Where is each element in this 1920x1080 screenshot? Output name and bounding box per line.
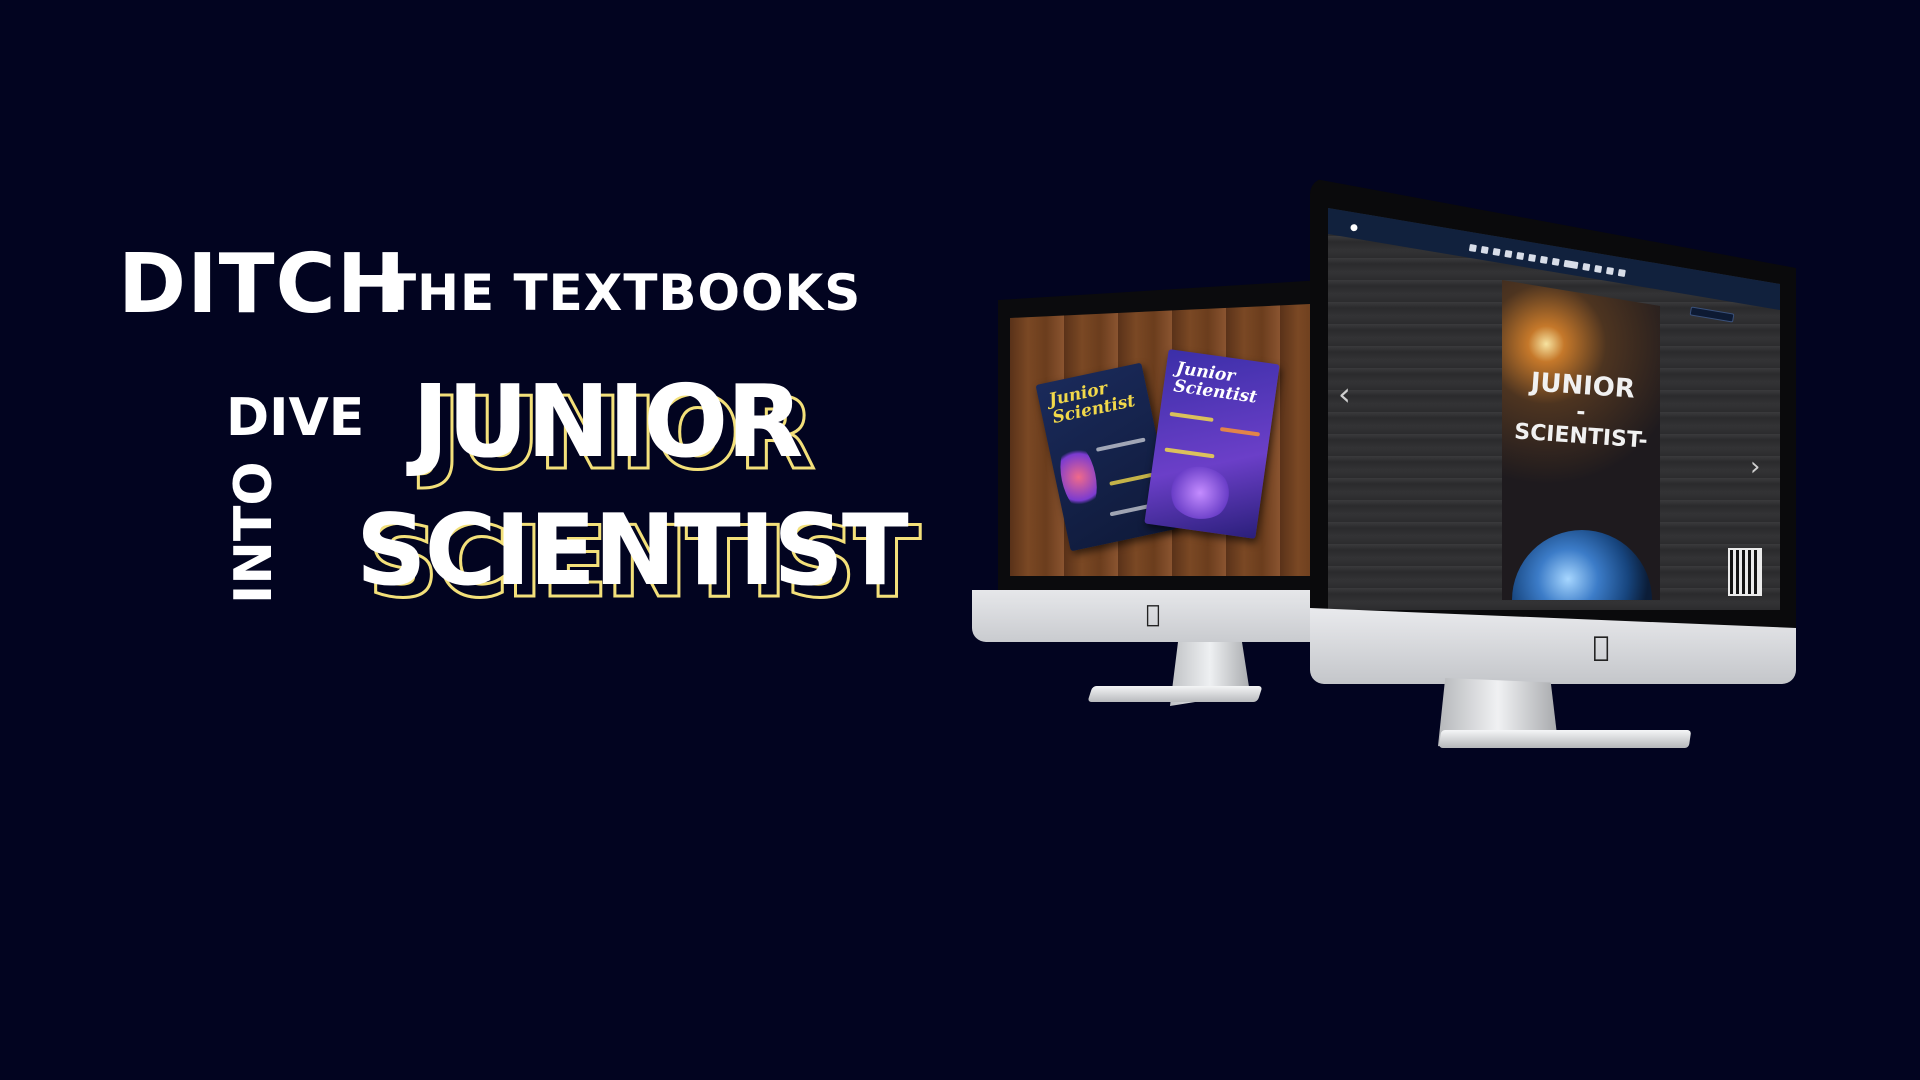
front-monitor-foot [1438,730,1692,748]
headline-scientist-face: SCIENTIST [356,494,909,608]
magazine-1-text-line [1109,472,1154,486]
headline-junior-face: JUNIOR [412,363,803,480]
zoom-in-icon[interactable] [1480,245,1489,255]
magazine-1-art [1054,439,1103,515]
headline-dive: DIVE [226,388,365,448]
headline-ditch: DITCH [118,237,407,332]
magazine-2-text-line [1164,447,1215,459]
print-icon[interactable] [1516,251,1525,260]
cover-title: JUNIOR -SCIENTIST- [1513,367,1649,454]
magazine-2-text-line [1219,427,1261,437]
chevron-right-icon[interactable]: › [1750,454,1760,480]
headline-scientist: SCIENTIST SCIENTIST [356,502,922,614]
sound-icon[interactable] [1605,266,1614,276]
chevron-left-icon[interactable]: ‹ [1338,378,1351,410]
last-page-icon[interactable] [1594,264,1603,274]
home-icon[interactable] [1468,244,1477,253]
magazine-2-text-line [1169,411,1214,422]
first-page-icon[interactable] [1539,255,1548,264]
brand-logo-icon: ● [1349,222,1359,234]
back-monitor: Junior Scientist Junior Scientist  [960,280,1322,720]
magazine-1-text-line [1095,437,1146,452]
headline-junior: JUNIOR JUNIOR [412,372,817,486]
magazine-2-title: Junior Scientist [1172,358,1259,408]
apple-logo-icon:  [1140,600,1166,630]
cover-title-line-2: -SCIENTIST- [1513,399,1649,454]
apple-logo-icon:  [1586,630,1616,664]
prev-page-icon[interactable] [1551,257,1560,266]
magazine-2-art [1165,462,1235,523]
headline-the-textbooks: THE TEXTBOOKS [382,264,862,322]
share-icon[interactable] [1528,253,1537,262]
headline-into: INTO [224,461,284,604]
grid-icon[interactable] [1492,247,1501,257]
qr-code-icon [1728,548,1762,596]
magazine-1-title: Junior Scientist [1046,378,1137,428]
back-monitor-foot [1087,686,1263,702]
fullscreen-icon[interactable] [1617,268,1626,277]
front-monitor: ● JUNIOR -SCIENTIST- ‹ ›  [1310,178,1810,768]
bookmark-icon[interactable] [1504,249,1513,259]
magazine-cover-page[interactable]: JUNIOR -SCIENTIST- [1502,280,1660,600]
next-page-icon[interactable] [1582,262,1591,272]
